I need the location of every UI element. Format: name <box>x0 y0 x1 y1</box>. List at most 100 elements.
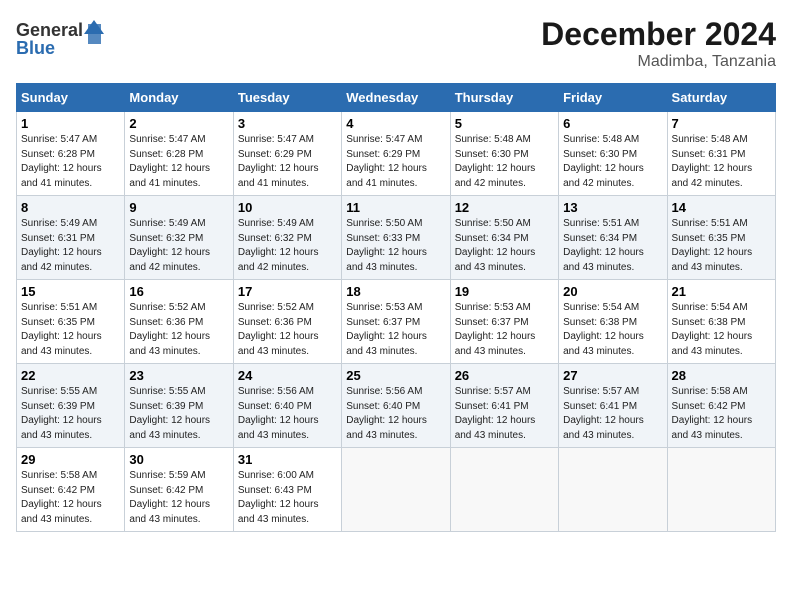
calendar-cell: 2Sunrise: 5:47 AMSunset: 6:28 PMDaylight… <box>125 112 233 196</box>
day-info: Sunrise: 5:57 AMSunset: 6:41 PMDaylight:… <box>455 385 554 443</box>
day-info: Sunrise: 5:47 AMSunset: 6:29 PMDaylight:… <box>346 133 445 191</box>
logo: General Blue <box>16 16 106 61</box>
day-info: Sunrise: 5:47 AMSunset: 6:28 PMDaylight:… <box>21 133 120 191</box>
calendar-cell: 9 Sunrise: 5:49 AMSunset: 6:32 PMDaylight… <box>125 196 233 280</box>
calendar-cell: 25 Sunrise: 5:56 AMSunset: 6:40 PMDayligh… <box>342 364 450 448</box>
calendar-cell: 14 Sunrise: 5:51 AMSunset: 6:35 PMDayligh… <box>667 196 775 280</box>
day-info: Sunrise: 5:51 AMSunset: 6:35 PMDaylight:… <box>672 217 771 275</box>
day-number: 14 <box>672 200 771 215</box>
day-number: 22 <box>21 368 120 383</box>
day-info: Sunrise: 5:56 AMSunset: 6:40 PMDaylight:… <box>238 385 337 443</box>
day-info: Sunrise: 5:59 AMSunset: 6:42 PMDaylight:… <box>129 469 228 527</box>
day-info: Sunrise: 5:53 AMSunset: 6:37 PMDaylight:… <box>455 301 554 359</box>
calendar-cell <box>667 448 775 532</box>
calendar-cell: 27 Sunrise: 5:57 AMSunset: 6:41 PMDayligh… <box>559 364 667 448</box>
calendar-cell: 31 Sunrise: 6:00 AMSunset: 6:43 PMDayligh… <box>233 448 341 532</box>
day-number: 31 <box>238 452 337 467</box>
day-number: 16 <box>129 284 228 299</box>
day-info: Sunrise: 5:48 AMSunset: 6:30 PMDaylight:… <box>563 133 662 191</box>
calendar-cell <box>450 448 558 532</box>
header-wednesday: Wednesday <box>342 84 450 112</box>
day-number: 27 <box>563 368 662 383</box>
day-number: 20 <box>563 284 662 299</box>
day-info: Sunrise: 5:57 AMSunset: 6:41 PMDaylight:… <box>563 385 662 443</box>
day-info: Sunrise: 5:58 AMSunset: 6:42 PMDaylight:… <box>672 385 771 443</box>
day-info: Sunrise: 5:48 AMSunset: 6:31 PMDaylight:… <box>672 133 771 191</box>
calendar-cell: 21 Sunrise: 5:54 AMSunset: 6:38 PMDayligh… <box>667 280 775 364</box>
day-info: Sunrise: 5:51 AMSunset: 6:35 PMDaylight:… <box>21 301 120 359</box>
day-info: Sunrise: 5:53 AMSunset: 6:37 PMDaylight:… <box>346 301 445 359</box>
day-number: 1 <box>21 116 120 131</box>
day-number: 29 <box>21 452 120 467</box>
weekday-header-row: Sunday Monday Tuesday Wednesday Thursday… <box>17 84 776 112</box>
header-sunday: Sunday <box>17 84 125 112</box>
day-number: 13 <box>563 200 662 215</box>
calendar-cell: 26 Sunrise: 5:57 AMSunset: 6:41 PMDayligh… <box>450 364 558 448</box>
header-thursday: Thursday <box>450 84 558 112</box>
day-info: Sunrise: 5:51 AMSunset: 6:34 PMDaylight:… <box>563 217 662 275</box>
header-tuesday: Tuesday <box>233 84 341 112</box>
svg-text:Blue: Blue <box>16 38 55 58</box>
day-info: Sunrise: 5:56 AMSunset: 6:40 PMDaylight:… <box>346 385 445 443</box>
calendar-cell: 29 Sunrise: 5:58 AMSunset: 6:42 PMDayligh… <box>17 448 125 532</box>
day-info: Sunrise: 5:54 AMSunset: 6:38 PMDaylight:… <box>672 301 771 359</box>
day-info: Sunrise: 5:50 AMSunset: 6:33 PMDaylight:… <box>346 217 445 275</box>
calendar-table: Sunday Monday Tuesday Wednesday Thursday… <box>16 83 776 532</box>
day-number: 8 <box>21 200 120 215</box>
day-info: Sunrise: 6:00 AMSunset: 6:43 PMDaylight:… <box>238 469 337 527</box>
day-number: 19 <box>455 284 554 299</box>
day-number: 3 <box>238 116 337 131</box>
calendar-cell: 6Sunrise: 5:48 AMSunset: 6:30 PMDaylight… <box>559 112 667 196</box>
day-number: 7 <box>672 116 771 131</box>
calendar-cell: 1 Sunrise: 5:47 AMSunset: 6:28 PMDaylight… <box>17 112 125 196</box>
day-number: 17 <box>238 284 337 299</box>
day-number: 9 <box>129 200 228 215</box>
calendar-cell: 19 Sunrise: 5:53 AMSunset: 6:37 PMDayligh… <box>450 280 558 364</box>
calendar-cell: 8 Sunrise: 5:49 AMSunset: 6:31 PMDaylight… <box>17 196 125 280</box>
calendar-cell: 18Sunrise: 5:53 AMSunset: 6:37 PMDayligh… <box>342 280 450 364</box>
calendar-week-row: 1 Sunrise: 5:47 AMSunset: 6:28 PMDaylight… <box>17 112 776 196</box>
day-number: 26 <box>455 368 554 383</box>
calendar-week-row: 22 Sunrise: 5:55 AMSunset: 6:39 PMDayligh… <box>17 364 776 448</box>
calendar-cell: 15Sunrise: 5:51 AMSunset: 6:35 PMDayligh… <box>17 280 125 364</box>
calendar-cell: 28 Sunrise: 5:58 AMSunset: 6:42 PMDayligh… <box>667 364 775 448</box>
page-header: General Blue December 2024 Madimba, Tanz… <box>16 16 776 71</box>
month-title: December 2024 <box>541 16 776 53</box>
calendar-cell: 3 Sunrise: 5:47 AMSunset: 6:29 PMDaylight… <box>233 112 341 196</box>
calendar-cell: 4Sunrise: 5:47 AMSunset: 6:29 PMDaylight… <box>342 112 450 196</box>
day-info: Sunrise: 5:54 AMSunset: 6:38 PMDaylight:… <box>563 301 662 359</box>
title-block: December 2024 Madimba, Tanzania <box>541 16 776 71</box>
calendar-cell: 5Sunrise: 5:48 AMSunset: 6:30 PMDaylight… <box>450 112 558 196</box>
day-number: 28 <box>672 368 771 383</box>
day-info: Sunrise: 5:55 AMSunset: 6:39 PMDaylight:… <box>129 385 228 443</box>
calendar-week-row: 29 Sunrise: 5:58 AMSunset: 6:42 PMDayligh… <box>17 448 776 532</box>
calendar-cell: 23 Sunrise: 5:55 AMSunset: 6:39 PMDayligh… <box>125 364 233 448</box>
day-number: 24 <box>238 368 337 383</box>
day-info: Sunrise: 5:58 AMSunset: 6:42 PMDaylight:… <box>21 469 120 527</box>
calendar-cell: 17Sunrise: 5:52 AMSunset: 6:36 PMDayligh… <box>233 280 341 364</box>
location: Madimba, Tanzania <box>541 53 776 71</box>
svg-text:General: General <box>16 20 83 40</box>
calendar-cell <box>342 448 450 532</box>
header-saturday: Saturday <box>667 84 775 112</box>
day-info: Sunrise: 5:49 AMSunset: 6:31 PMDaylight:… <box>21 217 120 275</box>
day-info: Sunrise: 5:52 AMSunset: 6:36 PMDaylight:… <box>129 301 228 359</box>
day-number: 21 <box>672 284 771 299</box>
calendar-cell: 11Sunrise: 5:50 AMSunset: 6:33 PMDayligh… <box>342 196 450 280</box>
calendar-cell: 12Sunrise: 5:50 AMSunset: 6:34 PMDayligh… <box>450 196 558 280</box>
day-number: 25 <box>346 368 445 383</box>
day-info: Sunrise: 5:47 AMSunset: 6:29 PMDaylight:… <box>238 133 337 191</box>
day-info: Sunrise: 5:49 AMSunset: 6:32 PMDaylight:… <box>238 217 337 275</box>
day-number: 10 <box>238 200 337 215</box>
day-number: 30 <box>129 452 228 467</box>
day-info: Sunrise: 5:47 AMSunset: 6:28 PMDaylight:… <box>129 133 228 191</box>
calendar-cell: 13 Sunrise: 5:51 AMSunset: 6:34 PMDayligh… <box>559 196 667 280</box>
calendar-cell: 24 Sunrise: 5:56 AMSunset: 6:40 PMDayligh… <box>233 364 341 448</box>
day-number: 23 <box>129 368 228 383</box>
calendar-cell: 7 Sunrise: 5:48 AMSunset: 6:31 PMDaylight… <box>667 112 775 196</box>
calendar-cell: 22 Sunrise: 5:55 AMSunset: 6:39 PMDayligh… <box>17 364 125 448</box>
day-info: Sunrise: 5:55 AMSunset: 6:39 PMDaylight:… <box>21 385 120 443</box>
calendar-cell: 16 Sunrise: 5:52 AMSunset: 6:36 PMDayligh… <box>125 280 233 364</box>
day-info: Sunrise: 5:49 AMSunset: 6:32 PMDaylight:… <box>129 217 228 275</box>
calendar-cell: 10 Sunrise: 5:49 AMSunset: 6:32 PMDayligh… <box>233 196 341 280</box>
